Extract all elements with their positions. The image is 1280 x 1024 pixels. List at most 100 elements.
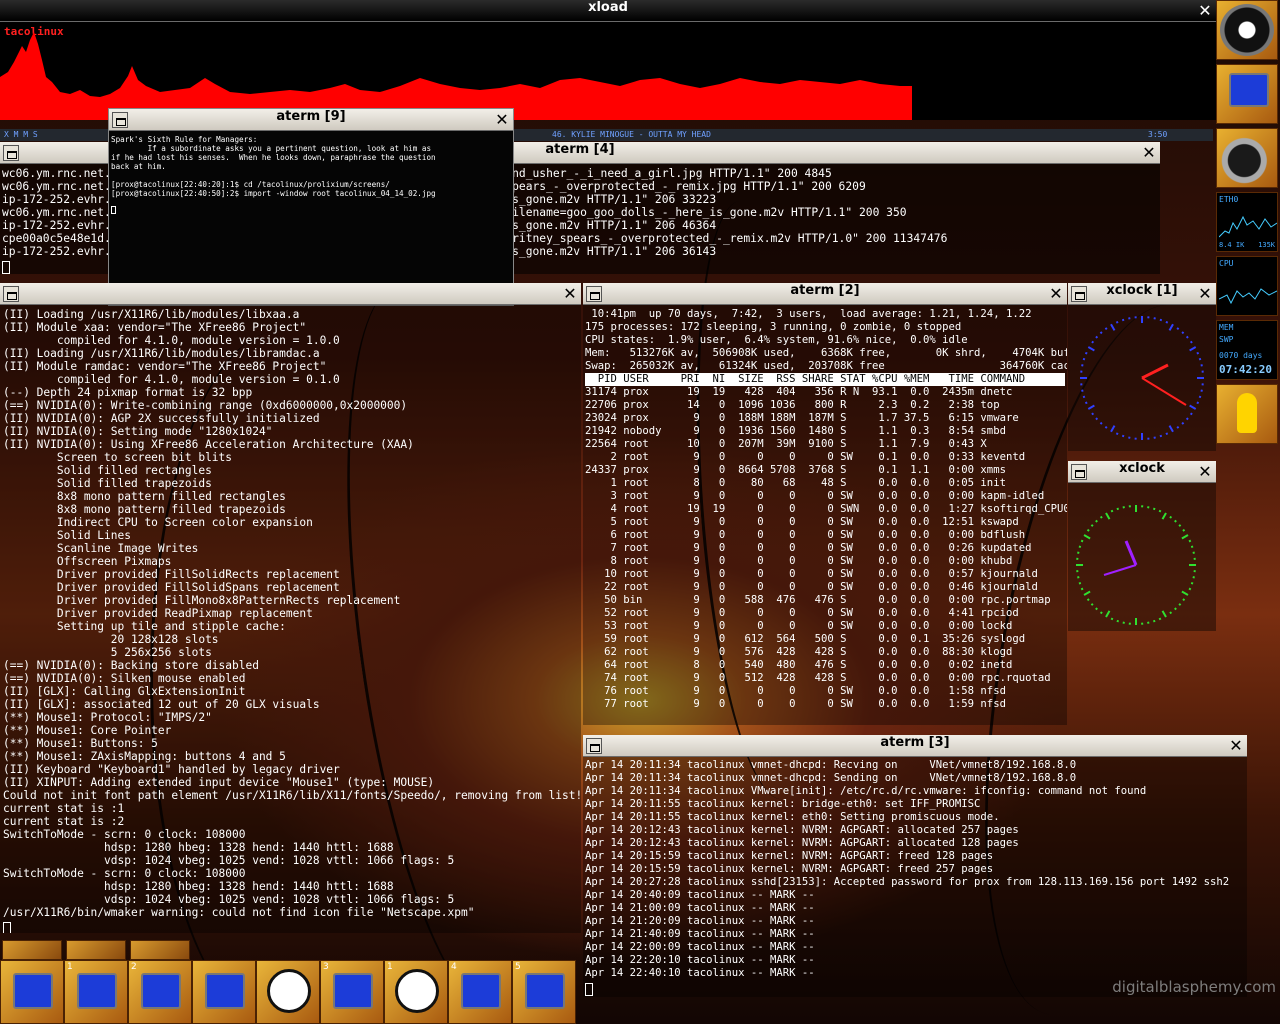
- clock-tick: [1078, 581, 1082, 585]
- terminal-line: If a subordinate asks you a pertinent qu…: [147, 144, 432, 153]
- terminal-line: (--) Depth 24 pixmap format is 32 bpp: [3, 386, 253, 399]
- clock-tick: [1182, 598, 1186, 602]
- workspace-appicon[interactable]: 4: [448, 960, 512, 1024]
- terminal-line: 5 root 9 0 0 0 0 SW 0.0 0.0 12:51 kswapd: [610, 516, 1019, 528]
- workspace-appicon[interactable]: [192, 960, 256, 1024]
- aterm-xlog-window[interactable]: ✕ (II) Loading /usr/X11R6/lib/modules/li…: [0, 283, 581, 933]
- terminal-line: 52 root 9 0 0 0 0 SW 0.0 0.0 4:41 rpciod: [604, 607, 1019, 619]
- xload-titlebar[interactable]: xload ✕: [0, 0, 1216, 22]
- miniaturize-icon[interactable]: [112, 112, 128, 128]
- xclock-2-window[interactable]: xclock ✕: [1068, 461, 1216, 631]
- terminal-line: compiled for 4.1.0, module version = 0.1…: [56, 373, 340, 386]
- close-icon[interactable]: ✕: [1048, 286, 1064, 302]
- miniaturize-icon[interactable]: [3, 286, 19, 302]
- workspace-appicon[interactable]: 1: [64, 960, 128, 1024]
- clock-tick: [1084, 351, 1088, 355]
- workspace-appicon[interactable]: [256, 960, 320, 1024]
- cpu-label: CPU: [1219, 259, 1234, 268]
- terminal-line: if he had lost his senses. When he looks…: [111, 153, 436, 162]
- sub-appicon[interactable]: [2, 940, 62, 960]
- terminal-line: 8x8 mono pattern filled trapezoids: [56, 503, 286, 516]
- sub-appicon[interactable]: [130, 940, 190, 960]
- workspace-appicon[interactable]: 5: [512, 960, 576, 1024]
- terminal-line: Driver provided FillMono8x8PatternRects …: [56, 594, 401, 607]
- minute-hand: [1103, 564, 1137, 576]
- xclock-1-window[interactable]: xclock [1] ✕: [1068, 283, 1216, 451]
- miniaturize-icon[interactable]: [586, 738, 602, 754]
- miniaturize-icon[interactable]: [1071, 464, 1087, 480]
- clock-tick: [1176, 327, 1180, 331]
- dock-tile-terminal[interactable]: [1216, 64, 1278, 124]
- xclock-1-titlebar[interactable]: xclock [1] ✕: [1068, 283, 1216, 305]
- clock-tick: [1115, 320, 1119, 324]
- aterm-9-titlebar[interactable]: aterm [9] ✕: [109, 109, 513, 131]
- terminal-line: Could not init font path element /usr/X1…: [3, 789, 581, 802]
- dock-tile-wmaker[interactable]: [1216, 0, 1278, 60]
- workspace-appicon[interactable]: 3: [320, 960, 384, 1024]
- aterm-2-window[interactable]: aterm [2] ✕ 10:41pm up 70 days, 7:42, 3 …: [583, 283, 1067, 725]
- aterm-9-window[interactable]: aterm [9] ✕ Spark's Sixth Rule for Manag…: [108, 108, 514, 306]
- miniaturize-icon[interactable]: [3, 145, 19, 161]
- workspace-appicon[interactable]: 2: [128, 960, 192, 1024]
- terminal-line: Apr 14 22:40:10 tacolinux -- MARK --: [585, 967, 815, 979]
- clock-tick: [1152, 507, 1156, 511]
- window-title: xclock [1]: [1106, 283, 1178, 298]
- clock-tick: [1078, 545, 1082, 549]
- workspace-appicon[interactable]: 1: [384, 960, 448, 1024]
- dock-tile-memory-monitor[interactable]: MEM SWP 0070 days 07:42:20: [1216, 320, 1278, 380]
- aterm-2-titlebar[interactable]: aterm [2] ✕: [583, 283, 1067, 305]
- clock-tick: [1168, 323, 1174, 331]
- close-icon[interactable]: ✕: [494, 112, 510, 128]
- dock-tile-mascot[interactable]: [1216, 384, 1278, 444]
- miniaturize-icon[interactable]: [1071, 286, 1087, 302]
- terminal-line: Apr 14 20:12:43 tacolinux kernel: NVRM: …: [585, 824, 1019, 836]
- terminal-line: 7 root 9 0 0 0 0 SW 0.0 0.0 0:26 kupdate…: [610, 542, 1032, 554]
- aterm-2-output[interactable]: 10:41pm up 70 days, 7:42, 3 users, load …: [583, 305, 1067, 725]
- clock-tick: [1091, 412, 1095, 416]
- window-title: aterm [9]: [276, 109, 346, 124]
- uptime-clock: 07:42:20: [1219, 363, 1272, 376]
- close-icon[interactable]: ✕: [1197, 464, 1213, 480]
- terminal-line: (II) Module xaa: vendor="The XFree86 Pro…: [3, 321, 307, 334]
- close-icon[interactable]: ✕: [1141, 145, 1157, 161]
- terminal-line: (**) Mouse1: Buttons: 5: [3, 737, 158, 750]
- aterm-3-titlebar[interactable]: aterm [3] ✕: [583, 735, 1247, 757]
- close-icon[interactable]: ✕: [1197, 3, 1213, 19]
- clock-tick: [1080, 539, 1084, 543]
- xclock-2-titlebar[interactable]: xclock ✕: [1068, 461, 1216, 483]
- aterm-xlog-titlebar[interactable]: ✕: [0, 283, 581, 305]
- terminal-line: Driver provided FillSolidRects replaceme…: [56, 568, 340, 581]
- close-icon[interactable]: ✕: [562, 286, 578, 302]
- clock-tick: [1121, 434, 1125, 438]
- aterm-xlog-output[interactable]: (II) Loading /usr/X11R6/lib/modules/libx…: [0, 305, 581, 933]
- dock-tile-net-monitor[interactable]: ETH0 8.4 IK 135K: [1216, 192, 1278, 252]
- aterm-9-output[interactable]: Spark's Sixth Rule for Managers: If a su…: [109, 131, 513, 305]
- close-icon[interactable]: ✕: [1197, 286, 1213, 302]
- terminal-line: 10:41pm up 70 days, 7:42, 3 users, load …: [591, 308, 1032, 320]
- clock-tick: [1190, 581, 1194, 585]
- aterm-3-window[interactable]: aterm [3] ✕ Apr 14 20:11:34 tacolinux vm…: [583, 735, 1247, 997]
- miniaturize-icon[interactable]: [586, 286, 602, 302]
- terminal-line: Apr 14 20:11:55 tacolinux kernel: bridge…: [585, 798, 981, 810]
- terminal-line: 10 root 9 0 0 0 0 SW 0.0 0.0 0:57 kjourn…: [604, 568, 1038, 580]
- load-area: [0, 32, 912, 120]
- clock-tick: [1181, 331, 1185, 335]
- sub-appicon[interactable]: [66, 940, 126, 960]
- analog-clock: [1080, 316, 1204, 440]
- close-icon[interactable]: ✕: [1228, 738, 1244, 754]
- dock-tile-app[interactable]: [1216, 128, 1278, 188]
- workspace-appicon[interactable]: [0, 960, 64, 1024]
- clock-tick: [1083, 534, 1091, 540]
- aterm-3-output[interactable]: Apr 14 20:11:34 tacolinux vmnet-dhcpd: R…: [583, 757, 1247, 997]
- terminal-line: 1 root 8 0 80 68 48 S 0.0 0.0 0:05 init: [610, 477, 1006, 489]
- terminal-line: (II) XINPUT: Adding extended input devic…: [3, 776, 435, 789]
- clock-tick: [1082, 395, 1086, 399]
- dock-tile-cpu-monitor[interactable]: CPU: [1216, 256, 1278, 316]
- clock-tick: [1110, 425, 1116, 433]
- clock-tick: [1104, 327, 1108, 331]
- terminal-line: 21942 nobody 9 0 1936 1560 1480 S 1.1 0.…: [585, 425, 1006, 437]
- xload-window[interactable]: xload ✕ tacolinux: [0, 0, 1216, 120]
- clock-tick: [1087, 404, 1095, 410]
- terminal-line: (**) Mouse1: Core Pointer: [3, 724, 172, 737]
- clock-tick: [1190, 545, 1194, 549]
